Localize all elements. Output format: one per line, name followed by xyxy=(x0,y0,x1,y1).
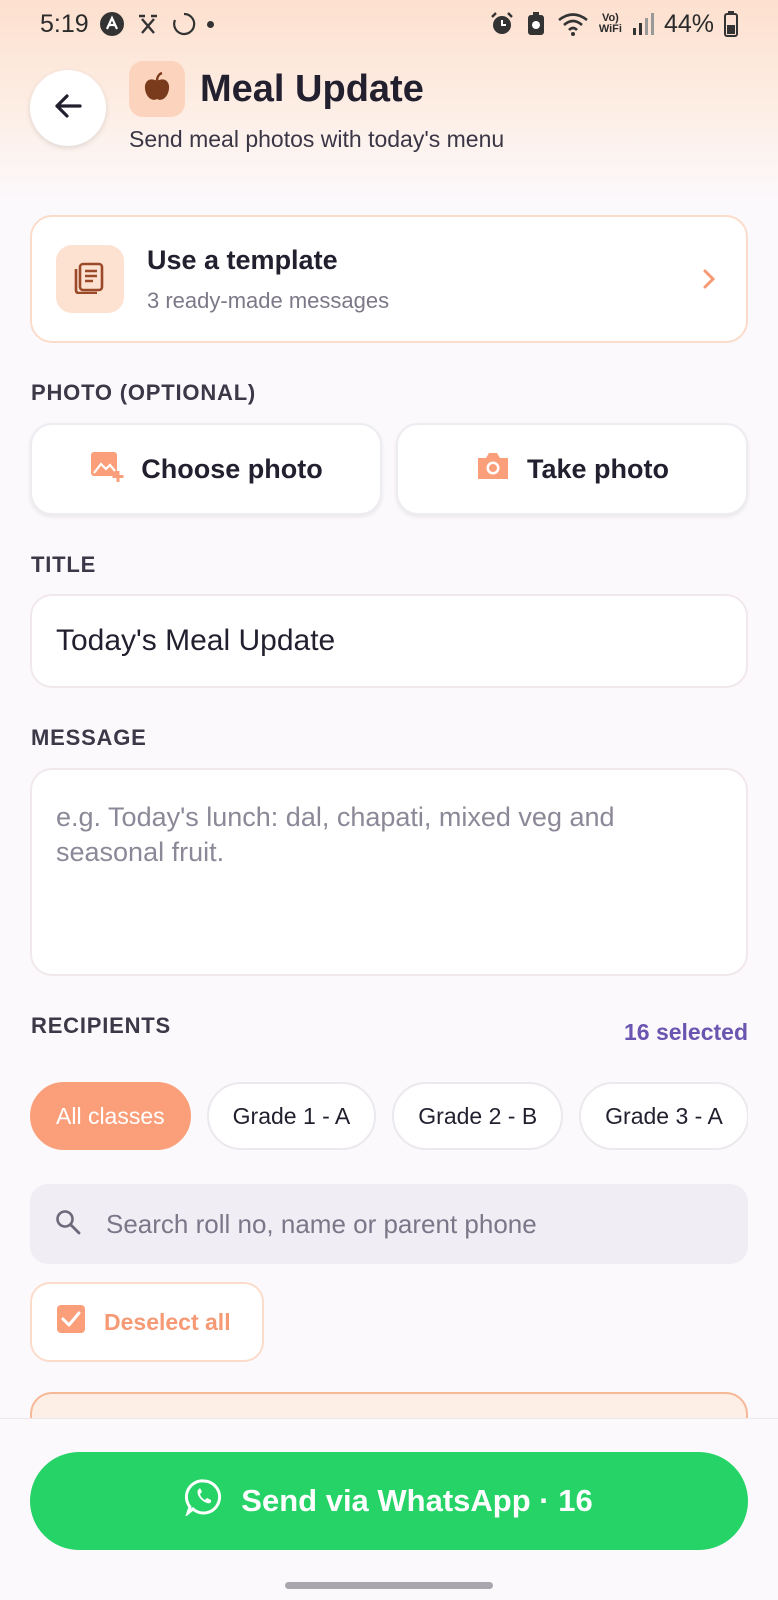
message-section-label: MESSAGE xyxy=(31,725,147,750)
chip-all-classes[interactable]: All classes xyxy=(30,1082,191,1150)
header-icon-tile xyxy=(129,61,185,117)
use-template-card[interactable]: Use a template 3 ready-made messages xyxy=(30,215,748,343)
search-input[interactable] xyxy=(106,1208,724,1240)
document-icon xyxy=(73,260,107,299)
camera-icon xyxy=(475,450,511,489)
take-photo-label: Take photo xyxy=(526,453,669,484)
sync-icon xyxy=(171,11,197,37)
photo-section-label: PHOTO (OPTIONAL) xyxy=(31,380,257,405)
alarm-icon xyxy=(489,11,515,37)
battery-saver-icon xyxy=(525,11,547,37)
title-section-label: TITLE xyxy=(31,552,97,577)
battery-percent: 44% xyxy=(663,9,714,38)
status-time: 5:19 xyxy=(40,9,89,38)
whatsapp-icon xyxy=(185,1478,223,1524)
title-input[interactable] xyxy=(30,594,748,688)
image-add-icon xyxy=(89,449,125,490)
deselect-all-button[interactable]: Deselect all xyxy=(30,1282,264,1362)
battery-icon xyxy=(724,11,738,37)
chip-grade-3-a[interactable]: Grade 3 - A xyxy=(579,1082,748,1150)
app-notification-icon xyxy=(99,11,125,37)
template-icon-tile xyxy=(56,245,124,313)
choose-photo-label: Choose photo xyxy=(141,453,323,484)
signal-icon xyxy=(632,12,654,36)
wifi-icon xyxy=(557,11,589,37)
recipients-section-label: RECIPIENTS xyxy=(31,1013,172,1038)
back-button[interactable] xyxy=(30,70,106,146)
send-whatsapp-label: Send via WhatsApp · 16 xyxy=(241,1483,593,1518)
checkbox-checked-icon xyxy=(56,1304,86,1340)
template-title: Use a template xyxy=(147,244,338,275)
choose-photo-button[interactable]: Choose photo xyxy=(30,423,382,515)
volte-wifi-icon: Vo) WiFi xyxy=(598,12,622,35)
recipient-search-box[interactable] xyxy=(30,1184,748,1264)
home-indicator xyxy=(285,1582,493,1589)
class-filter-chips: All classes Grade 1 - A Grade 2 - B Grad… xyxy=(30,1082,748,1152)
template-subtitle: 3 ready-made messages xyxy=(147,287,390,313)
deselect-all-label: Deselect all xyxy=(104,1308,231,1335)
take-photo-button[interactable]: Take photo xyxy=(396,423,748,515)
apple-icon xyxy=(142,71,172,108)
message-textarea[interactable] xyxy=(30,768,748,976)
search-icon xyxy=(54,1208,82,1241)
chip-grade-1-a[interactable]: Grade 1 - A xyxy=(206,1082,377,1150)
send-whatsapp-button[interactable]: Send via WhatsApp · 16 xyxy=(30,1452,748,1550)
more-notifications-dot xyxy=(206,20,214,28)
page-title: Meal Update xyxy=(200,68,424,110)
selected-count: 16 selected xyxy=(623,1019,748,1045)
page-subtitle: Send meal photos with today's menu xyxy=(129,126,505,152)
arrow-left-icon xyxy=(52,90,84,127)
chevron-right-icon xyxy=(700,267,718,291)
alarm-off-icon xyxy=(135,11,161,37)
chip-grade-2-b[interactable]: Grade 2 - B xyxy=(392,1082,564,1150)
status-bar: 5:19 Vo) WiFi 44% xyxy=(0,0,778,48)
